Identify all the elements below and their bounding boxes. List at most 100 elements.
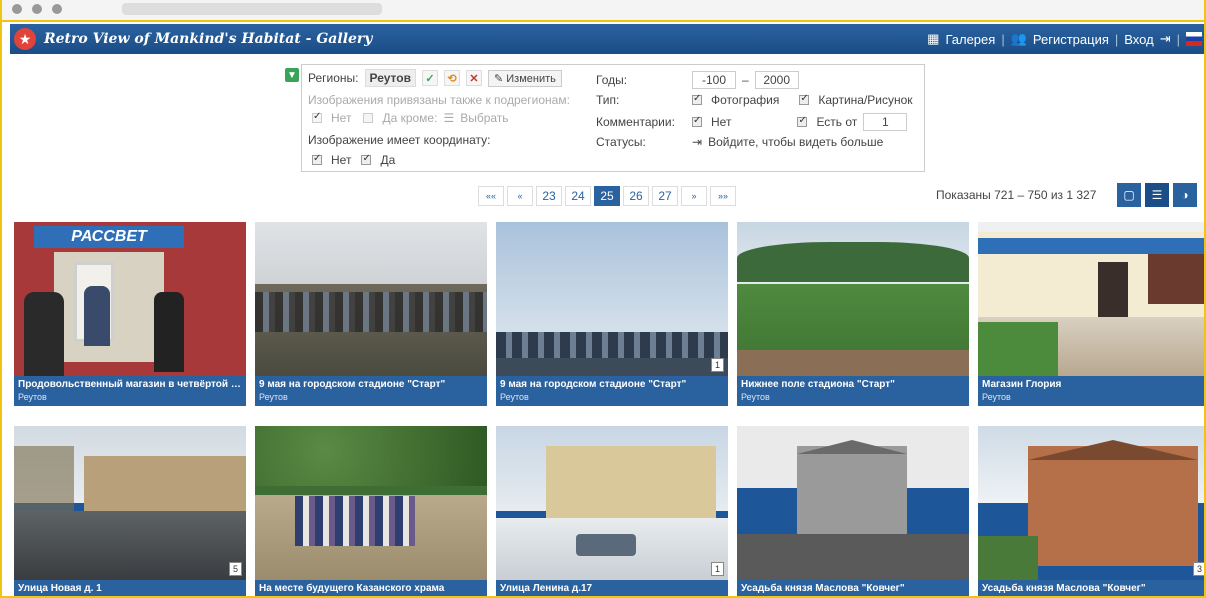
comment-count-badge: 3	[1192, 562, 1204, 576]
photo-region[interactable]: Реутов	[982, 391, 1204, 403]
subregion-no-label: Нет	[331, 111, 352, 125]
subregion-no-checkbox[interactable]	[312, 111, 322, 123]
photo-thumbnail[interactable]: РАССВЕТ	[14, 222, 246, 376]
page-button[interactable]: 24	[565, 186, 591, 206]
photo-card[interactable]: 1 9 мая на городском стадионе "Старт" Реу…	[496, 222, 728, 406]
photo-card[interactable]: Магазин Глория Реутов	[978, 222, 1204, 406]
photo-title[interactable]: Усадьба князя Маслова "Ковчег"	[741, 583, 905, 594]
photo-region[interactable]: Реутов	[18, 391, 242, 403]
filter-panel: Регионы: Реутов ✓ ⟲ ✕ ✎ Изменить Изображ…	[301, 64, 925, 172]
coords-yes-checkbox[interactable]	[361, 153, 372, 165]
comments-label: Комментарии:	[596, 115, 675, 129]
type-painting-label: Картина/Рисунок	[818, 93, 913, 107]
filter-icon[interactable]: ▼	[285, 68, 299, 82]
page-button[interactable]: 23	[536, 186, 562, 206]
subregion-yes-label: Да кроме:	[382, 111, 438, 125]
subregions-label: Изображения привязаны также к подрегиона…	[308, 93, 570, 107]
photo-thumbnail[interactable]	[255, 426, 487, 580]
photo-card[interactable]: РАССВЕТ Продовольственный магазин в четв…	[14, 222, 246, 406]
edit-regions-button[interactable]: ✎ Изменить	[487, 69, 562, 87]
photo-region[interactable]: Реутов	[259, 391, 483, 403]
nav-login-link[interactable]: Вход	[1124, 32, 1153, 47]
type-painting-checkbox[interactable]	[799, 93, 810, 105]
login-icon[interactable]: ⇥	[1160, 31, 1171, 47]
apply-check-icon[interactable]: ✓	[421, 70, 438, 86]
coords-yes-label: Да	[380, 153, 396, 167]
photo-title[interactable]: Нижнее поле стадиона "Старт"	[741, 379, 895, 390]
single-view-icon[interactable]: ▢	[1116, 182, 1142, 208]
nav-separator: |	[1176, 31, 1180, 47]
year-to-input[interactable]: 2000	[754, 71, 799, 89]
subregion-yes-checkbox[interactable]	[363, 113, 374, 123]
photo-card[interactable]: Усадьба князя Маслова "Ковчег"	[737, 426, 969, 596]
shop-sign: РАССВЕТ	[34, 226, 184, 248]
year-from-input[interactable]: -100	[692, 71, 736, 89]
comments-no-label: Нет	[711, 115, 732, 129]
photo-thumbnail[interactable]	[737, 426, 969, 580]
page-last-button[interactable]: »»	[710, 186, 736, 206]
nav-gallery-link[interactable]: Галерея	[945, 32, 995, 47]
photo-title[interactable]: 9 мая на городском стадионе "Старт"	[500, 379, 686, 390]
region-chip[interactable]: Реутов	[364, 69, 416, 87]
photo-region[interactable]: Реутов	[741, 391, 965, 403]
edit-label: Изменить	[506, 72, 556, 85]
photo-thumbnail[interactable]: 3	[978, 426, 1204, 580]
page-first-button[interactable]: ««	[478, 186, 504, 206]
coords-no-label: Нет	[331, 153, 352, 167]
photo-title[interactable]: Магазин Глория	[982, 379, 1061, 390]
photo-card[interactable]: На месте будущего Казанского храма	[255, 426, 487, 596]
choose-subregions-link[interactable]: Выбрать	[460, 111, 508, 125]
forward-icon[interactable]	[32, 4, 42, 14]
regions-label: Регионы:	[308, 71, 359, 85]
comments-no-checkbox[interactable]	[692, 115, 702, 127]
type-photo-checkbox[interactable]	[692, 93, 702, 105]
comment-count-badge: 1	[710, 358, 724, 372]
browser-chrome	[2, 0, 1204, 22]
photo-thumbnail[interactable]	[255, 222, 487, 376]
list-icon: ☰	[443, 111, 455, 125]
coords-no-checkbox[interactable]	[312, 153, 322, 165]
photo-card[interactable]: 3 Усадьба князя Маслова "Ковчег"	[978, 426, 1204, 596]
photo-card[interactable]: Нижнее поле стадиона "Старт" Реутов	[737, 222, 969, 406]
page-prev-button[interactable]: «	[507, 186, 533, 206]
users-icon: 👥	[1010, 31, 1027, 46]
photo-title[interactable]: Улица Новая д. 1	[18, 583, 102, 594]
photo-title[interactable]: 9 мая на городском стадионе "Старт"	[259, 379, 445, 390]
clear-x-icon[interactable]: ✕	[465, 70, 482, 86]
status-login-link[interactable]: Войдите, чтобы видеть больше	[708, 135, 883, 149]
photo-title[interactable]: На месте будущего Казанского храма	[259, 583, 444, 594]
logo-icon[interactable]: ★	[14, 28, 36, 50]
nav-separator: |	[1114, 31, 1119, 47]
page-button[interactable]: 27	[652, 186, 678, 206]
nav-separator: |	[1001, 31, 1005, 47]
page-button[interactable]: 26	[623, 186, 649, 206]
photo-thumbnail[interactable]	[978, 222, 1204, 376]
photo-thumbnail[interactable]: 1	[496, 222, 728, 376]
photo-card[interactable]: 9 мая на городском стадионе "Старт" Реуто…	[255, 222, 487, 406]
photo-region[interactable]: Реутов	[500, 391, 724, 403]
language-flag-icon[interactable]	[1186, 32, 1202, 46]
comments-from-checkbox[interactable]	[797, 115, 808, 127]
photo-title[interactable]: Улица Ленина д.17	[500, 583, 592, 594]
back-icon[interactable]	[12, 4, 22, 14]
login-icon: ⇥	[692, 135, 703, 149]
contrast-toggle-icon[interactable]: ◑	[1172, 182, 1198, 208]
photo-thumbnail[interactable]	[737, 222, 969, 376]
page-button-active[interactable]: 25	[594, 186, 620, 206]
comments-min-input[interactable]: 1	[863, 113, 908, 131]
reset-icon[interactable]: ⟲	[443, 70, 460, 86]
photo-thumbnail[interactable]: 5	[14, 426, 246, 580]
address-bar[interactable]	[122, 3, 382, 15]
photo-card[interactable]: 5 Улица Новая д. 1	[14, 426, 246, 596]
photo-title[interactable]: Продовольственный магазин в четвёртой ка…	[18, 379, 246, 390]
list-view-icon[interactable]: ☰	[1144, 182, 1170, 208]
nav-register-link[interactable]: Регистрация	[1033, 32, 1109, 47]
photo-title[interactable]: Усадьба князя Маслова "Ковчег"	[982, 583, 1146, 594]
photo-thumbnail[interactable]: 1	[496, 426, 728, 580]
site-title[interactable]: Retro View of Mankind's Habitat - Galler…	[44, 31, 372, 47]
photo-card[interactable]: 1 Улица Ленина д.17	[496, 426, 728, 596]
comment-count-badge: 1	[710, 562, 724, 576]
comment-count-badge: 5	[228, 562, 242, 576]
page-next-button[interactable]: »	[681, 186, 707, 206]
reload-icon[interactable]	[52, 4, 62, 14]
